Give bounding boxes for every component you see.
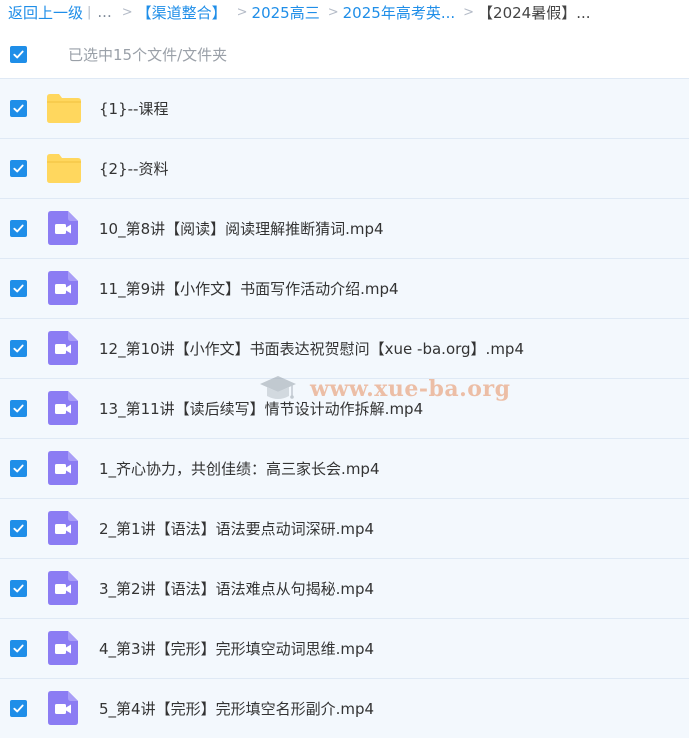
file-name[interactable]: 2_第1讲【语法】语法要点动词深研.mp4 bbox=[99, 518, 374, 539]
video-file-icon bbox=[46, 511, 80, 545]
file-row[interactable]: 3_第2讲【语法】语法难点从句揭秘.mp4 bbox=[0, 558, 689, 618]
checkbox-checked-icon bbox=[13, 704, 24, 713]
file-row[interactable]: 12_第10讲【小作文】书面表达祝贺慰问【xue -ba.org】.mp4 bbox=[0, 318, 689, 378]
row-checkbox[interactable] bbox=[10, 220, 27, 237]
breadcrumb-separator: > bbox=[236, 4, 248, 20]
file-name[interactable]: 11_第9讲【小作文】书面写作活动介绍.mp4 bbox=[99, 278, 399, 299]
row-checkbox[interactable] bbox=[10, 400, 27, 417]
file-row[interactable]: 11_第9讲【小作文】书面写作活动介绍.mp4 bbox=[0, 258, 689, 318]
file-name[interactable]: 4_第3讲【完形】完形填空动词思维.mp4 bbox=[99, 638, 374, 659]
file-name[interactable]: {1}--课程 bbox=[99, 98, 168, 119]
row-checkbox[interactable] bbox=[10, 340, 27, 357]
row-checkbox[interactable] bbox=[10, 160, 27, 177]
breadcrumb-divider: | bbox=[87, 4, 92, 20]
file-name[interactable]: 10_第8讲【阅读】阅读理解推断猜词.mp4 bbox=[99, 218, 384, 239]
video-file-icon bbox=[46, 271, 80, 305]
file-name[interactable]: 1_齐心协力，共创佳绩：高三家长会.mp4 bbox=[99, 458, 380, 479]
selection-bar: 已选中15个文件/文件夹 bbox=[0, 38, 689, 70]
breadcrumb-separator: > bbox=[121, 4, 133, 20]
file-row[interactable]: {2}--资料 bbox=[0, 138, 689, 198]
row-checkbox[interactable] bbox=[10, 640, 27, 657]
selection-count: 已选中15个文件/文件夹 bbox=[68, 45, 228, 64]
breadcrumb-item-current: 【2024暑假】... bbox=[478, 3, 591, 22]
checkbox-checked-icon bbox=[13, 524, 24, 533]
folder-icon bbox=[46, 151, 81, 185]
checkbox-checked-icon bbox=[13, 644, 24, 653]
video-file-icon bbox=[46, 691, 80, 725]
video-file-icon bbox=[46, 451, 80, 485]
file-list: {1}--课程 {2}--资料 10_第8讲【阅读】阅读理解推断猜词.mp4 11_第… bbox=[0, 78, 689, 738]
row-checkbox[interactable] bbox=[10, 280, 27, 297]
video-file-icon bbox=[46, 331, 80, 365]
file-row[interactable]: 2_第1讲【语法】语法要点动词深研.mp4 bbox=[0, 498, 689, 558]
file-name[interactable]: 3_第2讲【语法】语法难点从句揭秘.mp4 bbox=[99, 578, 374, 599]
breadcrumb-item-subject[interactable]: 2025年高考英... bbox=[343, 2, 455, 23]
row-checkbox[interactable] bbox=[10, 100, 27, 117]
file-row[interactable]: 1_齐心协力，共创佳绩：高三家长会.mp4 bbox=[0, 438, 689, 498]
breadcrumb: 返回上一级 | ... > 【渠道整合】 > 2025高三 > 2025年高考英… bbox=[0, 0, 689, 24]
file-row[interactable]: 4_第3讲【完形】完形填空动词思维.mp4 bbox=[0, 618, 689, 678]
file-name[interactable]: 13_第11讲【读后续写】情节设计动作拆解.mp4 bbox=[99, 398, 423, 419]
file-name[interactable]: 12_第10讲【小作文】书面表达祝贺慰问【xue -ba.org】.mp4 bbox=[99, 338, 524, 359]
select-all-checkbox[interactable] bbox=[10, 45, 27, 63]
video-file-icon bbox=[46, 571, 80, 605]
breadcrumb-item-grade[interactable]: 2025高三 bbox=[252, 2, 320, 23]
checkbox-checked-icon bbox=[13, 344, 24, 353]
file-row[interactable]: 5_第4讲【完形】完形填空名形副介.mp4 bbox=[0, 678, 689, 738]
checkbox-checked-icon bbox=[13, 404, 24, 413]
breadcrumb-item-channel[interactable]: 【渠道整合】 bbox=[137, 2, 227, 23]
breadcrumb-ellipsis[interactable]: ... bbox=[97, 3, 111, 21]
file-name[interactable]: 5_第4讲【完形】完形填空名形副介.mp4 bbox=[99, 698, 374, 719]
row-checkbox[interactable] bbox=[10, 700, 27, 717]
breadcrumb-separator: > bbox=[327, 4, 339, 20]
video-file-icon bbox=[46, 391, 80, 425]
video-file-icon bbox=[46, 211, 80, 245]
breadcrumb-separator: > bbox=[463, 4, 475, 20]
checkbox-checked-icon bbox=[13, 584, 24, 593]
file-row[interactable]: {1}--课程 bbox=[0, 78, 689, 138]
checkbox-checked-icon bbox=[13, 50, 24, 58]
checkbox-checked-icon bbox=[13, 284, 24, 293]
file-name[interactable]: {2}--资料 bbox=[99, 158, 168, 179]
checkbox-checked-icon bbox=[13, 224, 24, 233]
folder-icon bbox=[46, 91, 81, 125]
checkbox-checked-icon bbox=[13, 164, 24, 173]
video-file-icon bbox=[46, 631, 80, 665]
checkbox-checked-icon bbox=[13, 104, 24, 113]
checkbox-checked-icon bbox=[13, 464, 24, 473]
row-checkbox[interactable] bbox=[10, 460, 27, 477]
file-row[interactable]: 10_第8讲【阅读】阅读理解推断猜词.mp4 bbox=[0, 198, 689, 258]
file-row[interactable]: 13_第11讲【读后续写】情节设计动作拆解.mp4 bbox=[0, 378, 689, 438]
back-link[interactable]: 返回上一级 bbox=[8, 2, 83, 23]
row-checkbox[interactable] bbox=[10, 580, 27, 597]
row-checkbox[interactable] bbox=[10, 520, 27, 537]
